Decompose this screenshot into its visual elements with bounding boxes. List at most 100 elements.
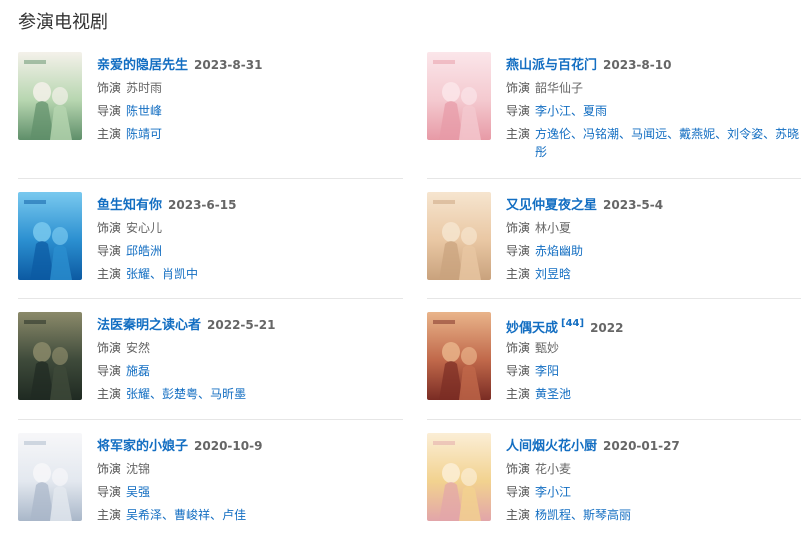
drama-poster[interactable]	[18, 52, 82, 140]
role-row: 饰演 安然	[97, 339, 393, 357]
poster-art	[427, 52, 491, 140]
person-link[interactable]: 陈靖可	[126, 127, 162, 141]
drama-title-link[interactable]: 亲爱的隐居先生	[97, 58, 188, 73]
cast-label: 主演	[506, 508, 531, 522]
drama-info: 燕山派与百花门 2023-8-10 饰演 韶华仙子 导演 李小江、夏雨 主演 方逸伦、冯铭潮、…	[506, 54, 802, 161]
person-link[interactable]: 邱皓洲	[126, 244, 162, 258]
person-link[interactable]: 李小江	[535, 104, 571, 118]
role-label: 饰演	[506, 81, 531, 95]
director-row: 导演 吴强	[97, 483, 393, 501]
cast-row: 主演 陈靖可	[97, 125, 393, 143]
drama-title-link[interactable]: 人间烟火花小厨	[506, 439, 597, 454]
person-link[interactable]: 彭楚粤	[162, 387, 198, 401]
person-link[interactable]: 张耀	[126, 387, 150, 401]
role-name: 林小夏	[535, 221, 572, 235]
release-date: 2020-01-27	[603, 439, 680, 453]
director-list: 陈世峰	[126, 102, 393, 120]
drama-card: 亲爱的隐居先生 2023-8-31 饰演 苏时雨 导演 陈世峰 主演 陈靖可	[18, 52, 398, 172]
title-line: 亲爱的隐居先生 2023-8-31	[97, 54, 393, 74]
separator: 、	[571, 127, 584, 141]
cast-row: 主演 杨凯程、斯琴高丽	[506, 506, 802, 524]
cast-label: 主演	[506, 127, 531, 141]
drama-title-link[interactable]: 燕山派与百花门	[506, 58, 597, 73]
person-link[interactable]: 卢佳	[222, 508, 246, 522]
drama-poster[interactable]	[427, 52, 491, 140]
drama-title-link[interactable]: 法医秦明之读心者	[97, 318, 201, 333]
role-label: 饰演	[506, 341, 531, 355]
drama-info: 妙偶天成 [44] 2022 饰演 甄妙 导演 李阳 主演 黄圣池	[506, 314, 802, 403]
cast-list: 陈靖可	[126, 125, 393, 143]
person-link[interactable]: 夏雨	[583, 104, 607, 118]
cast-row: 主演 刘昱晗	[506, 265, 802, 283]
person-link[interactable]: 赤焰幽助	[535, 244, 583, 258]
drama-info: 人间烟火花小厨 2020-01-27 饰演 花小麦 导演 李小江 主演 杨凯程、斯琴高丽	[506, 435, 802, 524]
director-label: 导演	[97, 364, 122, 378]
role-name: 韶华仙子	[535, 81, 584, 95]
drama-title-link[interactable]: 又见仲夏夜之星	[506, 198, 597, 213]
person-link[interactable]: 杨凯程	[535, 508, 571, 522]
release-date: 2020-10-9	[194, 439, 263, 453]
separator: 、	[162, 508, 175, 522]
person-link[interactable]: 施磊	[126, 364, 150, 378]
cast-row: 主演 方逸伦、冯铭潮、马闻远、戴燕妮、刘令姿、苏晓彤	[506, 125, 802, 161]
row-divider	[427, 419, 801, 420]
person-link[interactable]: 曹峻祥	[174, 508, 210, 522]
poster-art	[427, 312, 491, 400]
person-link[interactable]: 陈世峰	[126, 104, 162, 118]
role-label: 饰演	[506, 221, 531, 235]
release-date: 2023-8-10	[603, 58, 672, 72]
row-divider	[427, 298, 801, 299]
person-link[interactable]: 张耀	[126, 267, 150, 281]
title-line: 将军家的小娘子 2020-10-9	[97, 435, 393, 455]
drama-card: 人间烟火花小厨 2020-01-27 饰演 花小麦 导演 李小江 主演 杨凯程、斯琴高丽	[427, 433, 807, 539]
title-line: 法医秦明之读心者 2022-5-21	[97, 314, 393, 334]
person-link[interactable]: 黄圣池	[535, 387, 571, 401]
separator: 、	[150, 387, 163, 401]
drama-poster[interactable]	[18, 312, 82, 400]
person-link[interactable]: 吴强	[126, 485, 150, 499]
person-link[interactable]: 肖凯中	[162, 267, 198, 281]
drama-title-link[interactable]: 妙偶天成	[506, 321, 558, 336]
reference-link[interactable]: [44]	[561, 318, 584, 329]
person-link[interactable]: 斯琴高丽	[583, 508, 631, 522]
separator: 、	[571, 104, 584, 118]
drama-poster[interactable]	[18, 433, 82, 521]
cast-list: 刘昱晗	[535, 265, 802, 283]
person-link[interactable]: 方逸伦	[535, 127, 571, 141]
director-list: 李阳	[535, 362, 802, 380]
person-link[interactable]: 戴燕妮	[679, 127, 715, 141]
cast-list: 张耀、肖凯中	[126, 265, 393, 283]
director-label: 导演	[506, 244, 531, 258]
director-list: 李小江	[535, 483, 802, 501]
director-row: 导演 李小江	[506, 483, 802, 501]
role-label: 饰演	[97, 462, 122, 476]
poster-art	[427, 192, 491, 280]
person-link[interactable]: 刘昱晗	[535, 267, 571, 281]
role-label: 饰演	[97, 341, 122, 355]
person-link[interactable]: 刘令姿	[727, 127, 763, 141]
drama-card: 将军家的小娘子 2020-10-9 饰演 沈锦 导演 吴强 主演 吴希泽、曹峻祥、卢佳	[18, 433, 398, 539]
person-link[interactable]: 马昕墨	[210, 387, 246, 401]
role-row: 饰演 韶华仙子	[506, 79, 802, 97]
role-name: 苏时雨	[126, 81, 163, 95]
drama-title-link[interactable]: 将军家的小娘子	[97, 439, 188, 454]
person-link[interactable]: 冯铭潮	[583, 127, 619, 141]
person-link[interactable]: 马闻远	[631, 127, 667, 141]
drama-poster[interactable]	[18, 192, 82, 280]
role-name: 沈锦	[126, 462, 151, 476]
role-row: 饰演 安心儿	[97, 219, 393, 237]
drama-title-link[interactable]: 鱼生知有你	[97, 198, 162, 213]
cast-label: 主演	[97, 508, 122, 522]
role-name: 花小麦	[535, 462, 572, 476]
drama-poster[interactable]	[427, 312, 491, 400]
director-label: 导演	[506, 364, 531, 378]
cast-label: 主演	[97, 387, 122, 401]
separator: 、	[210, 508, 223, 522]
drama-card: 又见仲夏夜之星 2023-5-4 饰演 林小夏 导演 赤焰幽助 主演 刘昱晗	[427, 192, 807, 312]
cast-label: 主演	[506, 267, 531, 281]
drama-poster[interactable]	[427, 433, 491, 521]
person-link[interactable]: 李小江	[535, 485, 571, 499]
person-link[interactable]: 李阳	[535, 364, 559, 378]
person-link[interactable]: 吴希泽	[126, 508, 162, 522]
drama-poster[interactable]	[427, 192, 491, 280]
